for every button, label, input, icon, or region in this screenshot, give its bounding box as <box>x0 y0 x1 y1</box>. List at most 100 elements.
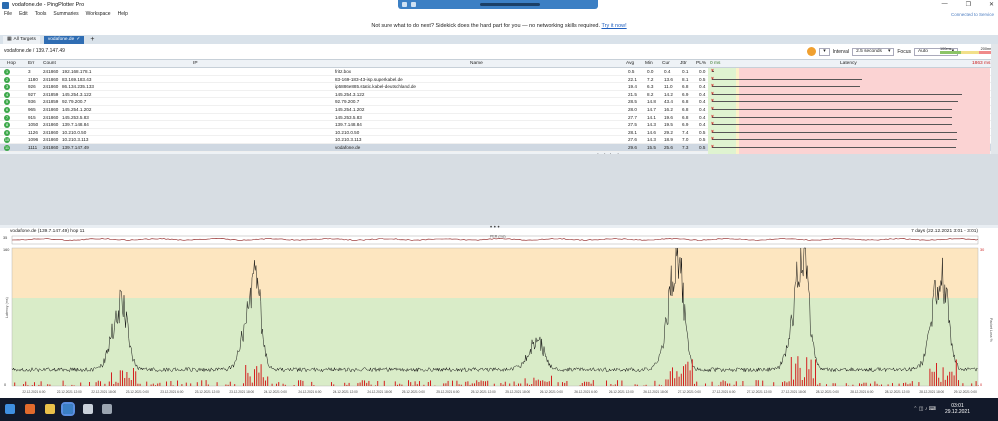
packet-loss-bar <box>375 385 376 386</box>
packet-loss-marker: × <box>711 106 714 112</box>
packet-loss-bar <box>311 382 312 386</box>
packet-loss-bar <box>811 360 812 386</box>
col-hop[interactable]: Hop <box>7 61 16 66</box>
col-name[interactable]: Name <box>470 61 483 66</box>
menu-edit[interactable]: Edit <box>19 11 28 17</box>
col-jttr[interactable]: Jttr <box>680 61 687 66</box>
cell-count: 241860 <box>43 130 58 135</box>
start-icon[interactable] <box>5 404 15 414</box>
remote-icon[interactable] <box>102 404 112 414</box>
packet-loss-bar <box>910 384 911 387</box>
connection-status[interactable]: Connected to Service <box>951 12 994 17</box>
packet-loss-bar <box>126 372 127 386</box>
packet-loss-bar <box>584 382 585 386</box>
menu-help[interactable]: Help <box>118 11 128 17</box>
x-tick-label: 25.12.2021 0:00 <box>402 390 425 394</box>
packet-loss-bar <box>529 385 530 386</box>
packet-loss-bar <box>111 372 112 386</box>
add-tab-button[interactable]: + <box>88 36 96 44</box>
folder-icon[interactable] <box>45 404 55 414</box>
col-cur[interactable]: Cur <box>662 61 670 66</box>
clock[interactable]: 03:01 29.12.2021 <box>945 403 970 415</box>
packet-loss-bar <box>412 386 413 387</box>
packet-loss-bar <box>445 383 446 386</box>
packet-loss-bar <box>729 384 730 387</box>
packet-loss-bar <box>173 385 174 386</box>
col-err[interactable]: Err <box>28 61 34 66</box>
packet-loss-bar <box>133 368 134 386</box>
col-avg[interactable]: Avg <box>626 61 634 66</box>
menu-file[interactable]: File <box>4 11 12 17</box>
latency-chart[interactable]: PER (ms) 35 160 0 30 0 Latency (ms) Packet Loss… <box>0 228 998 398</box>
x-tick-label: 25.12.2021 6:00 <box>436 390 459 394</box>
packet-loss-bar <box>494 384 495 386</box>
col-pl[interactable]: PL% <box>696 61 706 66</box>
close-button[interactable]: ✕ <box>989 1 994 8</box>
col-latency[interactable]: Latency <box>840 61 857 66</box>
packet-loss-bar <box>954 375 955 386</box>
pause-icon[interactable] <box>807 47 816 56</box>
tab-all-targets[interactable]: ▦ All Targets <box>3 36 40 44</box>
col-count[interactable]: Count <box>43 61 56 66</box>
packet-loss-bar <box>976 381 977 386</box>
app-icon[interactable] <box>83 404 93 414</box>
menu-summaries[interactable]: Summaries <box>53 11 78 17</box>
cell-name: ip5886e885.static.kabel-deutschland.de <box>335 84 416 89</box>
packet-loss-bar <box>892 383 893 386</box>
packet-loss-marker: × <box>711 98 714 104</box>
play-options-dropdown[interactable]: ▾ <box>819 48 829 56</box>
packet-loss-bar <box>520 384 521 387</box>
pingplotter-icon[interactable] <box>63 404 73 414</box>
y-axis-title: Latency (ms) <box>5 297 9 318</box>
packet-loss-bar <box>243 383 244 386</box>
packet-loss-bar <box>564 383 565 386</box>
tray-icons[interactable]: ⌃ ◫ ♪ ⌨ <box>913 406 936 412</box>
maximize-button[interactable]: ❐ <box>966 1 971 8</box>
packet-loss-bar <box>527 384 528 387</box>
remote-session-bar[interactable] <box>398 0 598 9</box>
cell-min: 14.7 <box>647 107 656 112</box>
packet-loss-bar <box>720 382 721 386</box>
packet-loss-bar <box>228 385 229 386</box>
packet-loss-bar <box>89 382 90 386</box>
packet-loss-marker: × <box>711 91 714 97</box>
packet-loss-bar <box>654 381 655 386</box>
x-tick-label: 26.12.2021 0:00 <box>540 390 563 394</box>
interval-select[interactable]: 2.5 seconds ▾ <box>852 48 894 56</box>
x-tick-label: 23.12.2021 6:00 <box>160 390 183 394</box>
menu-tools[interactable]: Tools <box>35 11 47 17</box>
packet-loss-bar <box>384 381 385 386</box>
packet-loss-bar <box>679 377 680 386</box>
tab-vodafone[interactable]: vodafone.de ✓ <box>44 36 84 44</box>
vertical-scrollbar[interactable] <box>991 44 998 154</box>
x-tick-label: 25.12.2021 12:00 <box>471 390 496 394</box>
packet-loss-bar <box>918 382 919 386</box>
cell-name: fritz.box <box>335 69 351 74</box>
packet-loss-bar <box>643 386 644 387</box>
packet-loss-bar <box>646 385 647 386</box>
timeline-graph: vodafone.de (139.7.147.49) hop 11 7 days… <box>0 228 998 398</box>
packet-loss-bar <box>681 374 682 386</box>
cell-pl: 0.5 <box>699 137 705 142</box>
cell-pl: 0.4 <box>699 115 705 120</box>
packet-loss-bar <box>38 385 39 386</box>
minimize-button[interactable]: — <box>942 1 948 8</box>
packet-loss-bar <box>804 377 805 386</box>
packet-loss-bar <box>96 382 97 386</box>
packet-loss-bar <box>789 381 790 386</box>
col-min[interactable]: Min <box>645 61 653 66</box>
packet-loss-bar <box>465 382 466 386</box>
signal-icon[interactable] <box>411 2 416 7</box>
cell-ip: 92.79.200.7 <box>62 99 86 104</box>
col-ip[interactable]: IP <box>193 61 198 66</box>
banner-link[interactable]: Try it now! <box>601 23 626 29</box>
menu-workspace[interactable]: Workspace <box>86 11 111 17</box>
focus-value: Auto <box>918 49 928 54</box>
packet-loss-bar <box>153 384 154 386</box>
firefox-icon[interactable] <box>25 404 35 414</box>
y2-label-top: 30 <box>980 248 984 252</box>
pin-icon[interactable] <box>402 2 407 7</box>
packet-loss-bar <box>263 377 264 386</box>
packet-loss-bar <box>958 380 959 386</box>
packet-loss-bar <box>947 376 948 386</box>
